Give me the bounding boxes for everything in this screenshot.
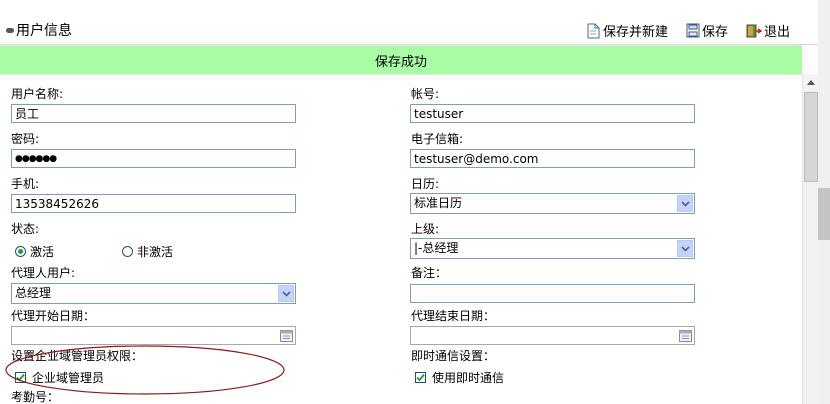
- proxy-end-date-field[interactable]: [410, 326, 695, 345]
- domain-admin-label: 设置企业域管理员权限：: [11, 349, 144, 363]
- success-message: 保存成功: [374, 54, 427, 70]
- vertical-scrollbar[interactable]: [802, 74, 819, 404]
- page-title-wrap: 用户信息: [6, 20, 72, 40]
- mobile-label: 手机:: [11, 177, 40, 191]
- header-bar: 用户信息 保存并新建 保存 退出: [0, 0, 818, 45]
- save-icon: [686, 23, 700, 38]
- outer-scroll-thumb[interactable]: [818, 188, 830, 240]
- calendar-icon[interactable]: [679, 329, 692, 342]
- username-field[interactable]: 员工: [11, 104, 296, 123]
- user-info-page: 用户信息 保存并新建 保存 退出 保存成功 用户名称: 员工 帐号: testu…: [0, 0, 830, 404]
- chevron-down-icon[interactable]: [677, 240, 693, 257]
- exit-button[interactable]: 退出: [746, 21, 790, 40]
- remark-field[interactable]: [410, 284, 695, 303]
- email-label: 电子信箱:: [411, 132, 464, 146]
- success-banner: 保存成功: [0, 45, 802, 75]
- password-label: 密码:: [11, 132, 40, 146]
- im-checkbox-label: 使用即时通信: [432, 371, 505, 385]
- save-button[interactable]: 保存: [686, 21, 728, 40]
- proxy-end-label: 代理结束日期：: [411, 309, 496, 323]
- title-bullet-icon: [6, 27, 14, 33]
- exit-door-icon: [746, 24, 762, 37]
- proxy-user-select[interactable]: 总经理: [11, 283, 296, 304]
- toolbar: 保存并新建 保存 退出: [586, 21, 790, 40]
- remark-label: 备注：: [411, 266, 448, 280]
- scroll-up-button[interactable]: [803, 74, 819, 91]
- superior-select[interactable]: |-总经理: [410, 238, 695, 259]
- chevron-down-icon[interactable]: [278, 285, 294, 302]
- im-settings-label: 即时通信设置：: [411, 349, 496, 363]
- save-label: 保存: [701, 25, 728, 40]
- password-field[interactable]: ●●●●●●: [11, 149, 296, 168]
- checkbox-checked-icon: [15, 372, 26, 383]
- save-and-new-button[interactable]: 保存并新建: [586, 21, 668, 40]
- save-and-new-label: 保存并新建: [602, 25, 668, 40]
- domain-admin-checkbox-label: 企业域管理员: [32, 371, 105, 385]
- checkbox-checked-icon: [415, 372, 426, 383]
- superior-selected-value: |-总经理: [414, 241, 459, 255]
- proxy-user-label: 代理人用户:: [11, 266, 76, 280]
- page-title: 用户信息: [16, 23, 72, 39]
- status-inactive-label: 非激活: [137, 245, 174, 259]
- email-field[interactable]: testuser@demo.com: [410, 149, 695, 168]
- chevron-down-icon[interactable]: [677, 195, 693, 212]
- proxy-user-selected-value: 总经理: [15, 286, 52, 300]
- domain-admin-checkbox[interactable]: 企业域管理员: [15, 369, 104, 386]
- proxy-start-date-field[interactable]: [11, 326, 296, 345]
- scroll-thumb[interactable]: [804, 92, 818, 182]
- attendance-label: 考勤号：: [11, 390, 60, 404]
- arrow-up-icon: [807, 80, 815, 85]
- username-label: 用户名称:: [11, 87, 64, 101]
- calendar-icon[interactable]: [280, 329, 293, 342]
- superior-label: 上级:: [411, 222, 440, 236]
- outer-scrollbar[interactable]: [818, 0, 830, 404]
- radio-unchecked-icon: [122, 246, 133, 257]
- exit-label: 退出: [763, 25, 790, 40]
- calendar-selected-value: 标准日历: [414, 196, 463, 210]
- calendar-label: 日历:: [411, 177, 440, 191]
- account-label: 帐号:: [411, 87, 440, 101]
- status-active-label: 激活: [30, 245, 55, 259]
- status-label: 状态:: [11, 222, 40, 236]
- account-field[interactable]: testuser: [410, 104, 695, 123]
- calendar-select[interactable]: 标准日历: [410, 193, 695, 214]
- proxy-start-label: 代理开始日期：: [11, 309, 96, 323]
- mobile-field[interactable]: 13538452626: [11, 194, 296, 213]
- radio-checked-icon: [15, 246, 26, 257]
- new-document-icon: [587, 23, 600, 38]
- status-radio-active[interactable]: 激活: [15, 243, 54, 260]
- status-radio-inactive[interactable]: 非激活: [122, 243, 173, 260]
- im-checkbox[interactable]: 使用即时通信: [415, 369, 504, 386]
